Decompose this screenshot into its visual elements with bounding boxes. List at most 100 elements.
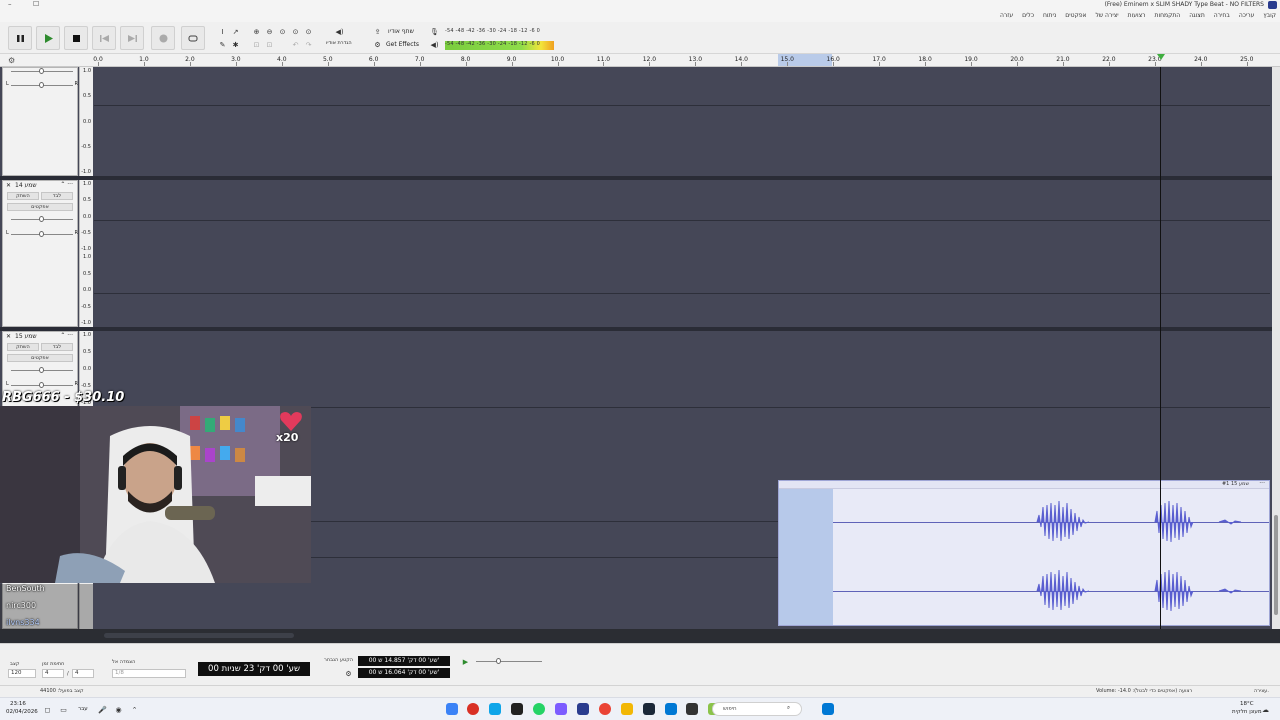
trim-icon[interactable]: ⊡: [251, 39, 262, 50]
effects-button[interactable]: אפקטים: [7, 203, 73, 211]
taskbar-search[interactable]: חיפוש ⌕: [712, 702, 802, 716]
track-14-lane[interactable]: [94, 180, 1270, 327]
snap-to-label[interactable]: הצמדה אל: [112, 659, 135, 665]
draw-tool-icon[interactable]: ✎: [217, 39, 228, 50]
maximize-button[interactable]: ☐: [33, 0, 39, 8]
track-13-lane[interactable]: [94, 67, 1270, 176]
pan-slider[interactable]: LR: [6, 81, 78, 88]
menu-item[interactable]: אפקטים: [1065, 12, 1086, 19]
audio-position-display[interactable]: 00 שע' 00 דק' 23 שניות: [198, 662, 310, 676]
stop-button[interactable]: [64, 26, 88, 50]
record-meter[interactable]: -54 -48 -42 -36 -30 -24 -18 -12 -6 0: [445, 28, 563, 37]
mute-button[interactable]: השתק: [7, 343, 39, 351]
menu-item[interactable]: עריכה: [1239, 12, 1255, 19]
notification-icon[interactable]: ◻: [42, 704, 53, 715]
microphone-tray-icon[interactable]: 🎤: [97, 704, 108, 715]
tray-expand-icon[interactable]: ⌃: [129, 704, 140, 715]
tempo-input[interactable]: 120: [8, 669, 36, 678]
get-effects-button[interactable]: Get Effects: [386, 41, 419, 48]
skip-to-end-button[interactable]: [120, 26, 144, 50]
selection-start-display[interactable]: 00 שע' 00 דק' 14.857 ש': [358, 656, 450, 666]
track-close-icon[interactable]: ✕: [6, 333, 11, 340]
gain-slider[interactable]: [11, 367, 73, 373]
menu-item[interactable]: ניתוח: [1043, 12, 1056, 19]
effects-button[interactable]: אפקטים: [7, 354, 73, 362]
timeline-ruler[interactable]: ⚙ 0.0 1.0 2.0 3.0 4.0 5.0 6.0 7.0 8.0 9.0 10.0 11.0…: [0, 54, 1280, 67]
solo-button[interactable]: לבד: [41, 192, 73, 200]
track-14-name[interactable]: שמע 14: [15, 182, 37, 189]
solo-button[interactable]: לבד: [41, 343, 73, 351]
minimize-button[interactable]: –: [8, 0, 12, 8]
display-icon[interactable]: ▭: [58, 704, 69, 715]
snap-select[interactable]: 1/8: [112, 669, 186, 678]
loop-button[interactable]: [181, 26, 205, 50]
clock-time[interactable]: 23:16: [10, 701, 26, 707]
timeline-options-gear-icon[interactable]: ⚙: [8, 56, 15, 65]
undo-icon[interactable]: ↶: [290, 39, 301, 50]
redo-icon[interactable]: ↷: [303, 39, 314, 50]
selection-tool-icon[interactable]: I: [217, 26, 228, 37]
app-icon-whatsapp[interactable]: [533, 703, 545, 715]
effects-icon[interactable]: ⚙: [372, 39, 383, 50]
app-icon-calculator[interactable]: [446, 703, 458, 715]
weather-icon[interactable]: ☁: [1260, 704, 1271, 715]
play-button[interactable]: [36, 26, 60, 50]
zoom-out-icon[interactable]: ⊖: [264, 26, 275, 37]
vertical-scroll-thumb[interactable]: [1274, 515, 1278, 615]
time-sig-numerator[interactable]: 4: [42, 669, 64, 678]
network-tray-icon[interactable]: ◉: [113, 704, 124, 715]
skip-to-start-button[interactable]: [92, 26, 116, 50]
app-icon-folder[interactable]: [621, 703, 633, 715]
app-icon-audacity[interactable]: [577, 703, 589, 715]
menu-item[interactable]: עזרה: [1000, 12, 1013, 19]
share-icon[interactable]: ⇪: [372, 26, 383, 37]
app-icon-steam[interactable]: [643, 703, 655, 715]
vertical-scrollbar[interactable]: [1272, 67, 1280, 629]
pause-button[interactable]: [8, 26, 32, 50]
track-menu-icon[interactable]: ⌃ ···: [60, 332, 73, 339]
clock-date[interactable]: 02/04/2026: [6, 709, 38, 715]
time-sig-denominator[interactable]: 4: [72, 669, 94, 678]
track-14-controls[interactable]: ✕ שמע 14 ⌃ ··· השתק לבד אפקטים LR: [2, 180, 78, 327]
fit-selection-icon[interactable]: ⊙: [277, 26, 288, 37]
app-icon-editor[interactable]: [489, 703, 501, 715]
envelope-tool-icon[interactable]: ↗: [230, 26, 241, 37]
play-speed-slider[interactable]: [476, 658, 542, 664]
app-icon-obs[interactable]: [686, 703, 698, 715]
horizontal-scrollbar[interactable]: [0, 629, 1280, 643]
audio-clip[interactable]: שמע 15 #1 ···: [778, 480, 1270, 626]
track-close-icon[interactable]: ✕: [6, 182, 11, 189]
zoom-in-icon[interactable]: ⊕: [251, 26, 262, 37]
record-button[interactable]: [151, 26, 175, 50]
gain-slider[interactable]: [11, 68, 73, 74]
play-at-speed-icon[interactable]: ▶: [460, 656, 471, 667]
playback-speaker-icon[interactable]: ◀): [429, 39, 440, 50]
start-icon[interactable]: [822, 703, 834, 715]
zoom-toggle-icon[interactable]: ⊙: [303, 26, 314, 37]
audio-setup-label[interactable]: הגדרת אודיו: [326, 40, 352, 46]
app-icon-record[interactable]: [467, 703, 479, 715]
weather-desc[interactable]: מעונן חלקית: [1232, 709, 1262, 715]
app-icon-chrome[interactable]: [599, 703, 611, 715]
menu-item[interactable]: תצוגה: [1189, 12, 1205, 19]
fit-project-icon[interactable]: ⊙: [290, 26, 301, 37]
mute-button[interactable]: השתק: [7, 192, 39, 200]
track-menu-icon[interactable]: ⌃ ···: [60, 181, 73, 188]
track-13-controls[interactable]: LR: [2, 67, 78, 176]
language-indicator[interactable]: עבר: [78, 706, 88, 712]
selection-end-display[interactable]: 00 שע' 00 דק' 16.064 ש': [358, 668, 450, 678]
menu-item[interactable]: כלים: [1022, 12, 1034, 19]
horizontal-scroll-thumb[interactable]: [104, 633, 294, 638]
app-icon-discord[interactable]: [555, 703, 567, 715]
share-audio-button[interactable]: שתף אודיו: [388, 28, 414, 35]
pan-slider[interactable]: LR: [6, 230, 78, 237]
playhead-marker-icon[interactable]: [1157, 54, 1165, 60]
speaker-icon[interactable]: ◀): [334, 26, 345, 37]
multi-tool-icon[interactable]: ✱: [230, 39, 241, 50]
selection-settings-gear-icon[interactable]: ⚙: [343, 668, 354, 679]
menu-item[interactable]: התקמחות: [1155, 12, 1181, 19]
menu-item[interactable]: בחירה: [1214, 12, 1230, 19]
track-15-name[interactable]: שמע 15: [15, 333, 37, 340]
play-meter[interactable]: -54 -48 -42 -36 -30 -24 -18 -12 -6 0: [445, 41, 563, 50]
menu-item[interactable]: קובץ: [1263, 12, 1276, 19]
